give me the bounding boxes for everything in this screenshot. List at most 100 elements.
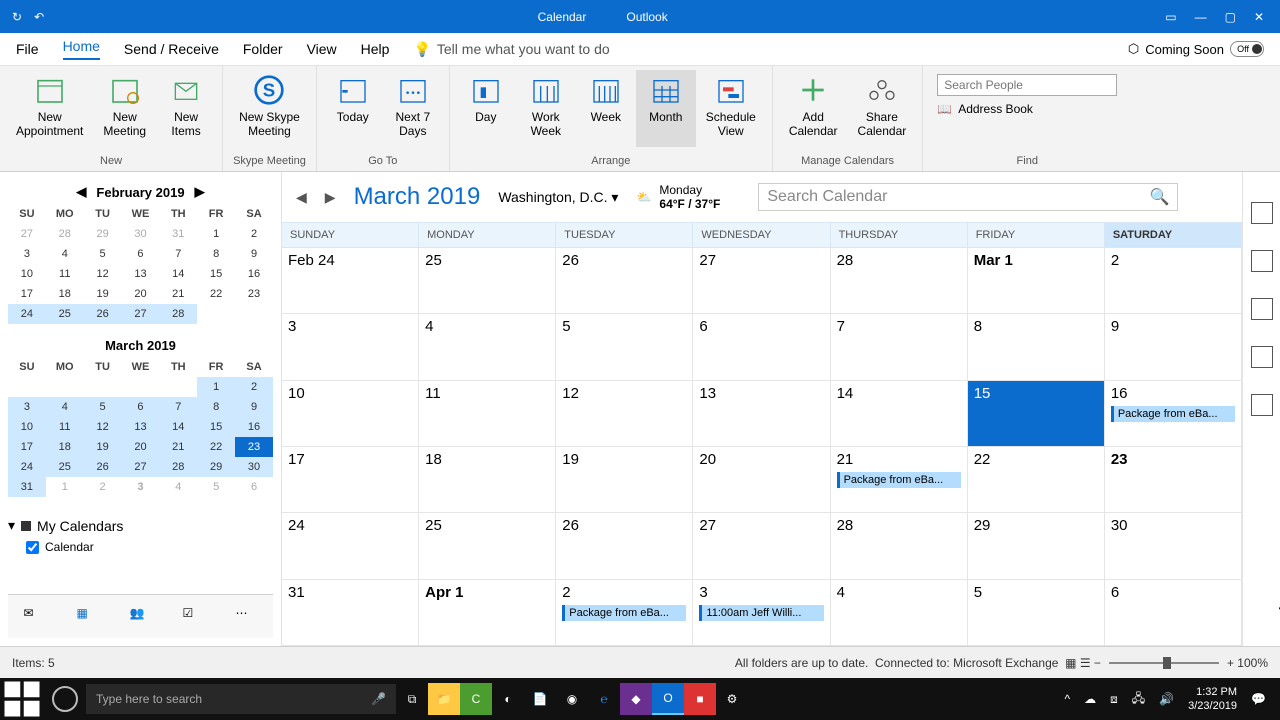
calendar-cell[interactable]: 24	[282, 513, 419, 578]
calendar-icon[interactable]: ▦	[77, 606, 99, 628]
calendar-cell[interactable]: 26	[556, 513, 693, 578]
tray-network-icon[interactable]: 🖧	[1132, 689, 1145, 710]
minical-day[interactable]: 28	[46, 224, 84, 244]
minical-day[interactable]: 15	[197, 417, 235, 437]
calendar-cell[interactable]: 26	[556, 248, 693, 313]
new-appointment-button[interactable]: NewAppointment	[6, 70, 93, 147]
zoom-out-icon[interactable]: −	[1094, 656, 1101, 670]
menu-folder[interactable]: Folder	[243, 41, 283, 57]
work-week-view-button[interactable]: WorkWeek	[516, 70, 576, 147]
minical-day[interactable]: 25	[46, 457, 84, 477]
tellme[interactable]: 💡 Tell me what you want to do	[413, 41, 609, 58]
minical-day[interactable]: 24	[8, 457, 46, 477]
minical-day[interactable]: 1	[46, 477, 84, 497]
menu-view[interactable]: View	[307, 41, 337, 57]
next-7-days-button[interactable]: Next 7Days	[383, 70, 443, 147]
minical-day[interactable]: 29	[84, 224, 122, 244]
minical-day[interactable]	[122, 377, 160, 397]
minical-day[interactable]: 8	[197, 397, 235, 417]
minical-day[interactable]: 24	[8, 304, 46, 324]
minical-day[interactable]	[159, 377, 197, 397]
minical-day[interactable]: 16	[235, 417, 273, 437]
calendar-cell[interactable]: 27	[693, 513, 830, 578]
skype-meeting-button[interactable]: SNew SkypeMeeting	[229, 70, 310, 147]
prev-month-icon[interactable]: ◀	[76, 184, 86, 200]
strip-icon-3[interactable]	[1251, 298, 1273, 320]
calendar-cell[interactable]: 15	[968, 381, 1105, 446]
calendar-cell[interactable]: 2Package from eBa...	[556, 580, 693, 645]
minical-day[interactable]: 18	[46, 437, 84, 457]
minical-day[interactable]	[235, 304, 273, 324]
calendar-cell[interactable]: 29	[968, 513, 1105, 578]
outlook-taskbar-icon[interactable]: O	[652, 683, 684, 715]
calendar-checkbox[interactable]	[26, 541, 39, 554]
calendar-cell[interactable]: 18	[419, 447, 556, 512]
calendar-cell[interactable]: 17	[282, 447, 419, 512]
calendar-event[interactable]: Package from eBa...	[562, 605, 686, 621]
minical-day[interactable]: 2	[84, 477, 122, 497]
tray-arrow-icon[interactable]: ^	[1064, 692, 1070, 706]
calendar-cell[interactable]: 27	[693, 248, 830, 313]
calendar-list-item[interactable]: Calendar	[8, 538, 273, 556]
minical-day[interactable]: 4	[46, 244, 84, 264]
minical-day[interactable]: 17	[8, 437, 46, 457]
strip-icon-4[interactable]	[1251, 346, 1273, 368]
calendar-cell[interactable]: 28	[831, 248, 968, 313]
calendar-cell[interactable]: 3	[282, 314, 419, 379]
refresh-icon[interactable]: ↻	[12, 10, 22, 24]
calendar-event[interactable]: Package from eBa...	[837, 472, 961, 488]
minical-day[interactable]: 27	[122, 304, 160, 324]
calendar-cell[interactable]: 2	[1105, 248, 1242, 313]
app-icon-2[interactable]: ■	[684, 683, 716, 715]
search-calendar-input[interactable]: Search Calendar 🔍	[758, 183, 1178, 211]
view-reading-icon[interactable]: ☰	[1080, 656, 1091, 670]
minical-day[interactable]: 9	[235, 397, 273, 417]
minical-day[interactable]: 25	[46, 304, 84, 324]
app-icon-1[interactable]: 📄	[524, 683, 556, 715]
calendar-cell[interactable]: 5	[556, 314, 693, 379]
minical-day[interactable]: 5	[197, 477, 235, 497]
minical-day[interactable]: 23	[235, 284, 273, 304]
minical-day[interactable]: 26	[84, 457, 122, 477]
steam-icon[interactable]: ◐	[492, 683, 524, 715]
day-view-button[interactable]: Day	[456, 70, 516, 147]
minical-day[interactable]: 15	[197, 264, 235, 284]
calendar-cell[interactable]: 31	[282, 580, 419, 645]
coming-soon-toggle[interactable]: Off	[1230, 41, 1264, 57]
minical-day[interactable]: 17	[8, 284, 46, 304]
calendar-cell[interactable]: 6	[1105, 580, 1242, 645]
minical-day[interactable]: 28	[159, 304, 197, 324]
calendar-cell[interactable]: 25	[419, 513, 556, 578]
calendar-cell[interactable]: Feb 24	[282, 248, 419, 313]
calendar-cell[interactable]: 23	[1105, 447, 1242, 512]
calendar-cell[interactable]: 20	[693, 447, 830, 512]
minical-day[interactable]: 30	[122, 224, 160, 244]
file-explorer-icon[interactable]: 📁	[428, 683, 460, 715]
minical-day[interactable]: 22	[197, 437, 235, 457]
minical-day[interactable]	[8, 377, 46, 397]
tray-notifications-icon[interactable]: 💬	[1251, 692, 1266, 706]
menu-help[interactable]: Help	[361, 41, 390, 57]
undo-icon[interactable]: ↶	[34, 10, 44, 24]
minical-day[interactable]: 22	[197, 284, 235, 304]
tray-volume-icon[interactable]: 🔊	[1159, 692, 1174, 706]
strip-icon-2[interactable]	[1251, 250, 1273, 272]
minical-day[interactable]: 1	[197, 224, 235, 244]
schedule-view-button[interactable]: ScheduleView	[696, 70, 766, 147]
month-view-button[interactable]: Month	[636, 70, 696, 147]
minical-day[interactable]: 3	[8, 397, 46, 417]
strip-icon-1[interactable]	[1251, 202, 1273, 224]
minical-day[interactable]: 14	[159, 417, 197, 437]
calendar-event[interactable]: 11:00am Jeff Willi...	[699, 605, 823, 621]
calendar-cell[interactable]: Mar 1	[968, 248, 1105, 313]
calendar-cell[interactable]: 311:00am Jeff Willi...	[693, 580, 830, 645]
vs-icon[interactable]: ◆	[620, 683, 652, 715]
minical-day[interactable]: 27	[8, 224, 46, 244]
minical-day[interactable]: 10	[8, 417, 46, 437]
minical-day[interactable]: 11	[46, 264, 84, 284]
minical-day[interactable]: 21	[159, 437, 197, 457]
calendar-cell[interactable]: 28	[831, 513, 968, 578]
minical-day[interactable]: 1	[197, 377, 235, 397]
calendar-cell[interactable]: 22	[968, 447, 1105, 512]
calendar-cell[interactable]: 14	[831, 381, 968, 446]
